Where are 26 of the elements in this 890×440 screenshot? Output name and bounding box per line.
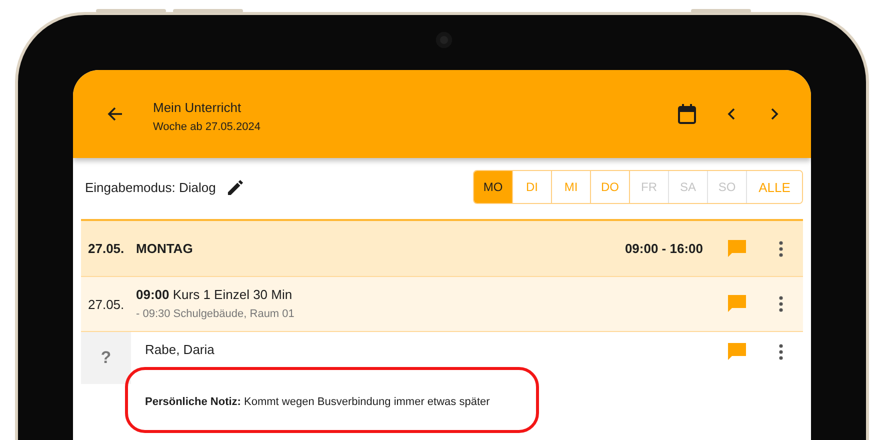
back-arrow-icon [107, 106, 123, 122]
personal-note: Persönliche Notiz: Kommt wegen Busverbindung immer etwas später [145, 396, 491, 408]
photo-button[interactable]: ? [81, 332, 131, 384]
comment-icon [727, 238, 747, 258]
lesson-title: 09:00 Kurs 1 Einzel 30 Min [136, 286, 294, 302]
day-date: 27.05. [87, 241, 126, 256]
lesson-date: 27.05. [87, 296, 126, 312]
pencil-icon [227, 178, 244, 196]
comment-icon [727, 294, 747, 314]
day-hours: 09:00 - 16:00 [624, 241, 703, 256]
screen-title: Mein Unterricht [153, 100, 242, 114]
chevron-left-icon [727, 108, 735, 120]
more-icon [779, 344, 783, 360]
input-mode-label: Eingabemodus: Dialog [85, 180, 216, 194]
more-icon [779, 296, 783, 312]
more-icon [779, 240, 783, 256]
lesson-details: - 09:30 Schulgebäude, Raum 01 [136, 308, 296, 320]
calendar-icon [678, 104, 696, 124]
lesson-row[interactable]: 27.05. 09:00 Kurs 1 Einzel 30 Min - 09:30 Schulgebäude, Raum 01 [81, 277, 803, 332]
camera-icon [436, 32, 452, 48]
student-name: Rabe, Daria [145, 342, 216, 357]
weekday: MONTAG [136, 241, 193, 256]
screen-subtitle: Woche ab 27.05.2024 [153, 120, 262, 132]
chevron-right-icon [771, 108, 779, 120]
comment-icon [727, 342, 747, 362]
day-tab[interactable]: MO [474, 171, 513, 203]
